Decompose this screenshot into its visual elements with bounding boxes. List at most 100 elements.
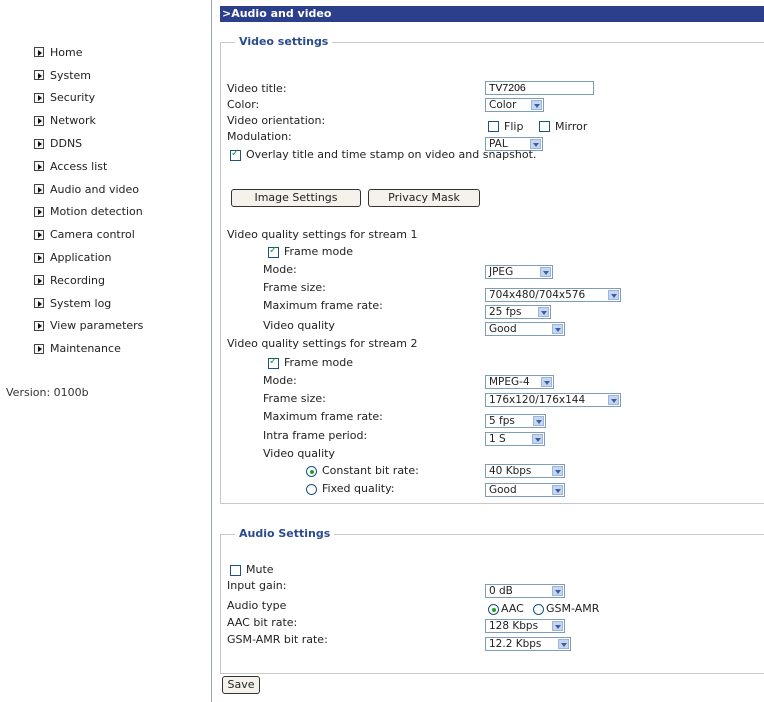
arrow-right-icon — [34, 92, 44, 103]
arrow-right-icon — [34, 70, 44, 81]
video-title-input[interactable] — [485, 81, 594, 95]
dropdown-arrow-icon — [538, 307, 549, 317]
fixed-quality-select[interactable]: Good — [485, 483, 565, 497]
stream1-quality-value: Good — [489, 323, 517, 335]
color-label: Color: — [227, 98, 260, 111]
stream2-frame-mode-checkbox[interactable] — [268, 356, 279, 369]
arrow-right-icon — [34, 229, 44, 240]
stream1-frame-size-value: 704x480/704x576 — [489, 289, 586, 301]
gsm-amr-bit-rate-value: 12.2 Kbps — [489, 638, 542, 650]
sidebar-item-label: Audio and video — [50, 182, 139, 196]
constant-bit-rate-radio[interactable] — [306, 466, 317, 477]
arrow-right-icon — [34, 206, 44, 217]
aac-radio[interactable] — [488, 604, 499, 615]
dropdown-arrow-icon — [608, 290, 619, 300]
overlay-label: Overlay title and time stamp on video an… — [246, 148, 537, 161]
sidebar-item-application[interactable]: Application — [34, 246, 143, 269]
stream2-frame-size-value: 176x120/176x144 — [489, 394, 586, 406]
audio-settings-panel: Audio Settings Mute Input gain: 0 dB Aud… — [220, 527, 764, 674]
sidebar-item-audio-video[interactable]: Audio and video — [34, 178, 143, 201]
sidebar-item-motion-detection[interactable]: Motion detection — [34, 201, 143, 224]
constant-bit-rate-select[interactable]: 40 Kbps — [485, 464, 565, 478]
audio-settings-legend: Audio Settings — [235, 527, 335, 540]
stream1-quality-select[interactable]: Good — [485, 322, 565, 336]
page-title: >Audio and video — [220, 6, 764, 22]
aac-bit-rate-value: 128 Kbps — [489, 620, 539, 632]
flip-checkbox[interactable] — [488, 121, 499, 132]
sidebar-item-access-list[interactable]: Access list — [34, 155, 143, 178]
arrow-right-icon — [34, 320, 44, 331]
mute-checkbox[interactable] — [230, 565, 241, 576]
video-settings-legend: Video settings — [235, 35, 333, 48]
aac-bit-rate-label: AAC bit rate: — [227, 616, 298, 629]
sidebar-item-label: Security — [50, 91, 96, 105]
fixed-quality-radio[interactable] — [306, 484, 317, 495]
dropdown-arrow-icon — [552, 324, 563, 334]
modulation-label: Modulation: — [227, 130, 292, 143]
gsm-amr-label: GSM-AMR — [546, 602, 600, 615]
gsm-amr-radio[interactable] — [533, 604, 544, 615]
sidebar-item-recording[interactable]: Recording — [34, 269, 143, 292]
sidebar-item-label: System — [50, 68, 92, 82]
sidebar-divider — [211, 0, 212, 702]
sidebar-item-label: DDNS — [50, 137, 83, 151]
dropdown-arrow-icon — [540, 267, 551, 277]
stream1-max-rate-value: 25 fps — [489, 306, 522, 318]
arrow-right-icon — [34, 115, 44, 126]
stream1-mode-select[interactable]: JPEG — [485, 265, 553, 279]
flip-label: Flip — [504, 120, 524, 133]
stream1-max-rate-select[interactable]: 25 fps — [485, 305, 551, 319]
privacy-mask-button[interactable]: Privacy Mask — [368, 189, 480, 207]
stream2-intra-select[interactable]: 1 S — [485, 432, 545, 446]
overlay-checkbox[interactable] — [230, 148, 241, 161]
input-gain-select[interactable]: 0 dB — [485, 584, 565, 598]
fixed-quality-label: Fixed quality: — [322, 482, 395, 495]
stream1-frame-mode-label: Frame mode — [284, 245, 353, 258]
stream2-max-rate-select[interactable]: 5 fps — [485, 414, 546, 428]
dropdown-arrow-icon — [541, 377, 552, 387]
stream2-max-rate-label: Maximum frame rate: — [263, 410, 383, 423]
fixed-quality-value: Good — [489, 484, 517, 496]
save-button[interactable]: Save — [222, 676, 260, 694]
color-select[interactable]: Color — [485, 98, 544, 112]
sidebar-item-maintenance[interactable]: Maintenance — [34, 337, 143, 360]
sidebar-item-ddns[interactable]: DDNS — [34, 132, 143, 155]
stream2-max-rate-value: 5 fps — [489, 415, 515, 427]
stream2-frame-size-select[interactable]: 176x120/176x144 — [485, 393, 621, 407]
sidebar-item-system-log[interactable]: System log — [34, 292, 143, 315]
stream2-frame-size-label: Frame size: — [263, 392, 326, 405]
aac-bit-rate-select[interactable]: 128 Kbps — [485, 619, 565, 633]
stream2-quality-label: Video quality — [263, 447, 335, 460]
sidebar-item-camera-control[interactable]: Camera control — [34, 223, 143, 246]
dropdown-arrow-icon — [532, 434, 543, 444]
sidebar: Home System Security Network DDNS Access… — [0, 0, 212, 702]
gsm-amr-bit-rate-select[interactable]: 12.2 Kbps — [485, 637, 571, 651]
stream1-quality-label: Video quality — [263, 319, 335, 332]
sidebar-nav: Home System Security Network DDNS Access… — [34, 41, 143, 360]
stream1-frame-size-select[interactable]: 704x480/704x576 — [485, 288, 621, 302]
video-title-label: Video title: — [227, 82, 287, 95]
mirror-checkbox[interactable] — [539, 121, 550, 132]
stream2-heading: Video quality settings for stream 2 — [227, 337, 418, 350]
constant-bit-rate-label: Constant bit rate: — [322, 464, 419, 477]
color-select-value: Color — [489, 99, 517, 111]
sidebar-item-view-parameters[interactable]: View parameters — [34, 315, 143, 338]
stream1-mode-label: Mode: — [263, 263, 297, 276]
sidebar-item-label: Motion detection — [50, 205, 143, 219]
sidebar-item-label: Camera control — [50, 228, 135, 242]
arrow-right-icon — [34, 252, 44, 263]
image-settings-button[interactable]: Image Settings — [231, 189, 361, 207]
stream1-max-rate-label: Maximum frame rate: — [263, 299, 383, 312]
sidebar-item-label: System log — [50, 296, 112, 310]
sidebar-item-label: Network — [50, 114, 96, 128]
stream1-frame-mode-checkbox[interactable] — [268, 245, 279, 258]
stream1-mode-value: JPEG — [489, 266, 514, 278]
sidebar-item-network[interactable]: Network — [34, 109, 143, 132]
stream2-mode-label: Mode: — [263, 374, 297, 387]
sidebar-item-home[interactable]: Home — [34, 41, 143, 64]
stream2-mode-select[interactable]: MPEG-4 — [485, 375, 554, 389]
sidebar-item-system[interactable]: System — [34, 64, 143, 87]
dropdown-arrow-icon — [552, 621, 563, 631]
sidebar-item-security[interactable]: Security — [34, 87, 143, 110]
sidebar-item-label: Maintenance — [50, 342, 121, 356]
